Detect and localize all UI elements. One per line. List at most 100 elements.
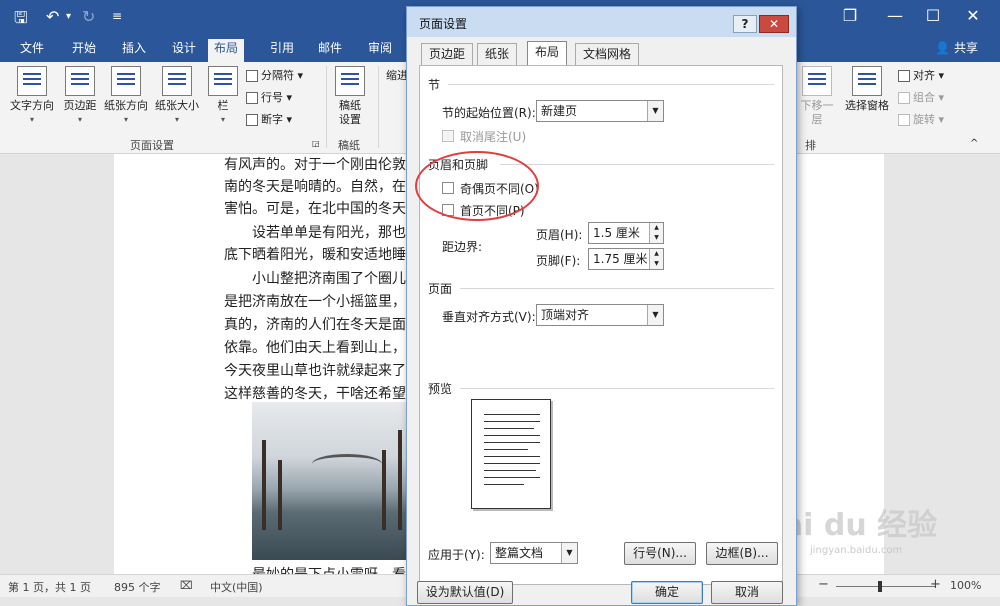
minimize-icon[interactable]: —: [880, 4, 910, 28]
rotate-label: 旋转: [913, 113, 935, 126]
preview-line: [484, 449, 528, 450]
proofing-icon[interactable]: ⌧: [180, 579, 193, 592]
share-button[interactable]: 👤 共享: [935, 39, 978, 56]
size-button[interactable]: 纸张大小 ▾: [152, 66, 202, 127]
cancel-button[interactable]: 取消: [711, 581, 783, 604]
tab-references[interactable]: 引用: [268, 39, 296, 62]
margins-icon: [65, 66, 95, 96]
chevron-down-icon: ▼: [647, 305, 663, 325]
send-back-button[interactable]: 下移一层: [796, 66, 838, 127]
line-numbers-icon: [246, 92, 258, 104]
doc-line: 有风声的。对于一个刚由伦敦回: [224, 157, 420, 173]
selection-pane-button[interactable]: 选择窗格: [842, 66, 892, 113]
spin-down-icon[interactable]: ▼: [649, 233, 663, 243]
breaks-label: 分隔符: [261, 69, 294, 82]
align-button[interactable]: 对齐 ▾: [898, 66, 944, 86]
tab-file[interactable]: 文件: [18, 39, 46, 62]
hyphenation-icon: [246, 114, 258, 126]
chevron-down-icon: ▾: [220, 115, 225, 124]
ok-button[interactable]: 确定: [631, 581, 703, 604]
tab-paper[interactable]: 纸张: [477, 43, 518, 65]
borders-button[interactable]: 边框(B)...: [706, 542, 778, 565]
tab-home[interactable]: 开始: [70, 39, 98, 62]
hyphenation-button[interactable]: 断字 ▾: [246, 110, 292, 130]
help-icon[interactable]: ?: [733, 15, 757, 33]
header-distance-input[interactable]: 1.5 厘米 ▲ ▼: [588, 222, 664, 244]
winter-photo[interactable]: [252, 402, 410, 560]
doc-line: 这样慈善的冬天，干啥还希望别: [224, 386, 420, 402]
zoom-level[interactable]: 100%: [950, 579, 981, 592]
draft-paper-button[interactable]: 稿纸设置: [332, 66, 368, 127]
watermark-url: jingyan.baidu.com: [810, 545, 903, 556]
text-direction-button[interactable]: 文字方向 ▾: [8, 66, 56, 127]
tab-review[interactable]: 审阅: [366, 39, 394, 62]
apply-to-select[interactable]: 整篇文档 ▼: [490, 542, 578, 564]
suppress-endnotes-checkbox[interactable]: [442, 130, 454, 142]
section-start-select[interactable]: 新建页 ▼: [536, 100, 664, 122]
set-default-button[interactable]: 设为默认值(D): [417, 581, 513, 604]
undo-dropdown-icon[interactable]: ▾: [66, 11, 71, 22]
bridge: [312, 454, 382, 474]
tab-margins[interactable]: 页边距: [421, 43, 474, 65]
zoom-slider-thumb[interactable]: [878, 581, 882, 592]
preview-line: [484, 421, 540, 422]
line-numbers-button[interactable]: 行号(N)...: [624, 542, 696, 565]
tab-mailings[interactable]: 邮件: [316, 39, 344, 62]
zoom-out-icon[interactable]: −: [818, 577, 829, 592]
zoom-slider-track[interactable]: [836, 586, 936, 587]
tab-document-grid[interactable]: 文档网格: [575, 43, 640, 65]
group-button[interactable]: 组合 ▾: [898, 88, 944, 108]
tree-trunk: [262, 440, 266, 530]
vertical-alignment-label: 垂直对齐方式(V):: [442, 310, 536, 324]
group-icon: [898, 92, 910, 104]
vertical-alignment-value: 顶端对齐: [541, 308, 590, 322]
zoom-in-icon[interactable]: +: [930, 577, 941, 592]
tab-design[interactable]: 设计: [170, 39, 198, 62]
chevron-down-icon: ▾: [29, 115, 34, 124]
orientation-button[interactable]: 纸张方向 ▾: [102, 66, 150, 127]
tab-layout[interactable]: 布局: [527, 41, 568, 66]
tab-insert[interactable]: 插入: [120, 39, 148, 62]
footer-distance-label: 页脚(F):: [536, 254, 581, 268]
close-icon[interactable]: ✕: [958, 4, 988, 28]
margins-button[interactable]: 页边距 ▾: [60, 66, 100, 127]
send-back-icon: [802, 66, 832, 96]
align-label: 对齐: [913, 69, 935, 82]
spin-down-icon[interactable]: ▼: [649, 259, 663, 269]
vertical-alignment-select[interactable]: 顶端对齐 ▼: [536, 304, 664, 326]
line-numbers-button[interactable]: 行号 ▾: [246, 88, 292, 108]
footer-distance-input[interactable]: 1.75 厘米 ▲ ▼: [588, 248, 664, 270]
page-count[interactable]: 第 1 页，共 1 页: [8, 579, 91, 595]
undo-icon[interactable]: ↶: [46, 7, 59, 26]
columns-button[interactable]: 栏 ▾: [208, 66, 238, 127]
page-setup-group-label: 页面设置: [130, 139, 174, 152]
size-label: 纸张大小: [155, 99, 199, 112]
dialog-title: 页面设置: [419, 17, 468, 31]
language-indicator[interactable]: 中文(中国): [210, 579, 263, 595]
dialog-launcher-icon[interactable]: ◲: [312, 134, 320, 154]
breaks-button[interactable]: 分隔符 ▾: [246, 66, 303, 86]
word-count[interactable]: 895 个字: [114, 579, 161, 595]
margins-label: 页边距: [63, 99, 97, 112]
breaks-icon: [246, 70, 258, 82]
dialog-title-bar[interactable]: 页面设置 ? ✕: [407, 7, 796, 37]
preview-line: [484, 470, 536, 471]
collapse-ribbon-icon[interactable]: ^: [970, 134, 978, 154]
customize-icon[interactable]: ≡: [112, 9, 122, 23]
save-icon[interactable]: 🖫: [14, 7, 28, 34]
layout-preview: [471, 399, 551, 509]
spin-up-icon[interactable]: ▲: [649, 223, 663, 233]
close-icon[interactable]: ✕: [759, 15, 789, 33]
rotate-button[interactable]: 旋转 ▾: [898, 110, 944, 130]
spin-up-icon[interactable]: ▲: [649, 249, 663, 259]
redo-icon[interactable]: ↻: [82, 7, 95, 26]
draft-paper-label: 稿纸设置: [339, 99, 361, 126]
section-start-value: 新建页: [541, 104, 578, 118]
maximize-icon[interactable]: ☐: [918, 4, 948, 28]
tab-layout[interactable]: 布局: [208, 39, 245, 62]
doc-line: 设若单单是有阳光，那也算: [252, 225, 420, 241]
columns-icon: [208, 66, 238, 96]
restore-icon[interactable]: ❐: [835, 4, 865, 28]
preview-line: [484, 456, 540, 457]
selection-pane-label: 选择窗格: [845, 99, 889, 112]
